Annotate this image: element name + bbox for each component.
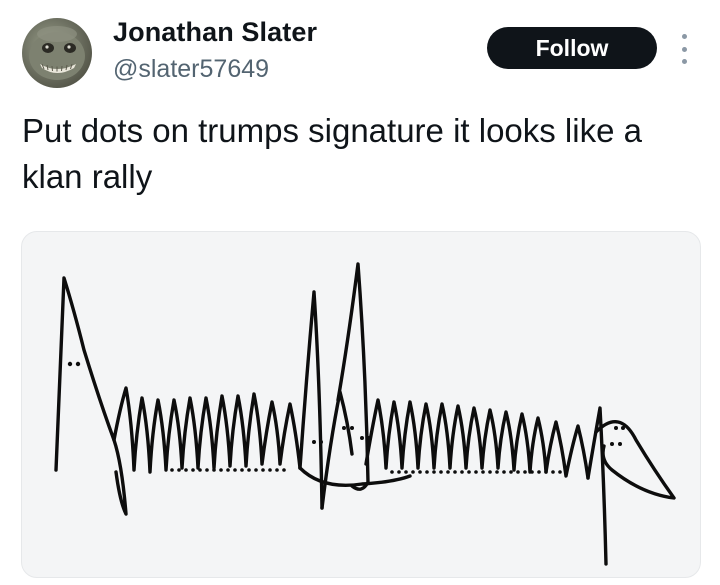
user-handle[interactable]: @slater57649 (113, 55, 269, 84)
more-dot (681, 59, 687, 64)
follow-button[interactable]: Follow (487, 27, 657, 69)
tweet-media[interactable] (21, 231, 701, 578)
more-dot (681, 46, 687, 52)
display-name[interactable]: Jonathan Slater (113, 17, 317, 48)
avatar[interactable] (22, 18, 92, 88)
creature-avatar-icon (29, 26, 85, 80)
tweet-card: Jonathan Slater @slater57649 Follow Put … (0, 0, 720, 585)
signature-image (54, 262, 676, 566)
more-dot (681, 34, 687, 39)
tweet-text: Put dots on trumps signature it looks li… (22, 112, 642, 195)
more-vertical-icon[interactable] (674, 34, 694, 64)
